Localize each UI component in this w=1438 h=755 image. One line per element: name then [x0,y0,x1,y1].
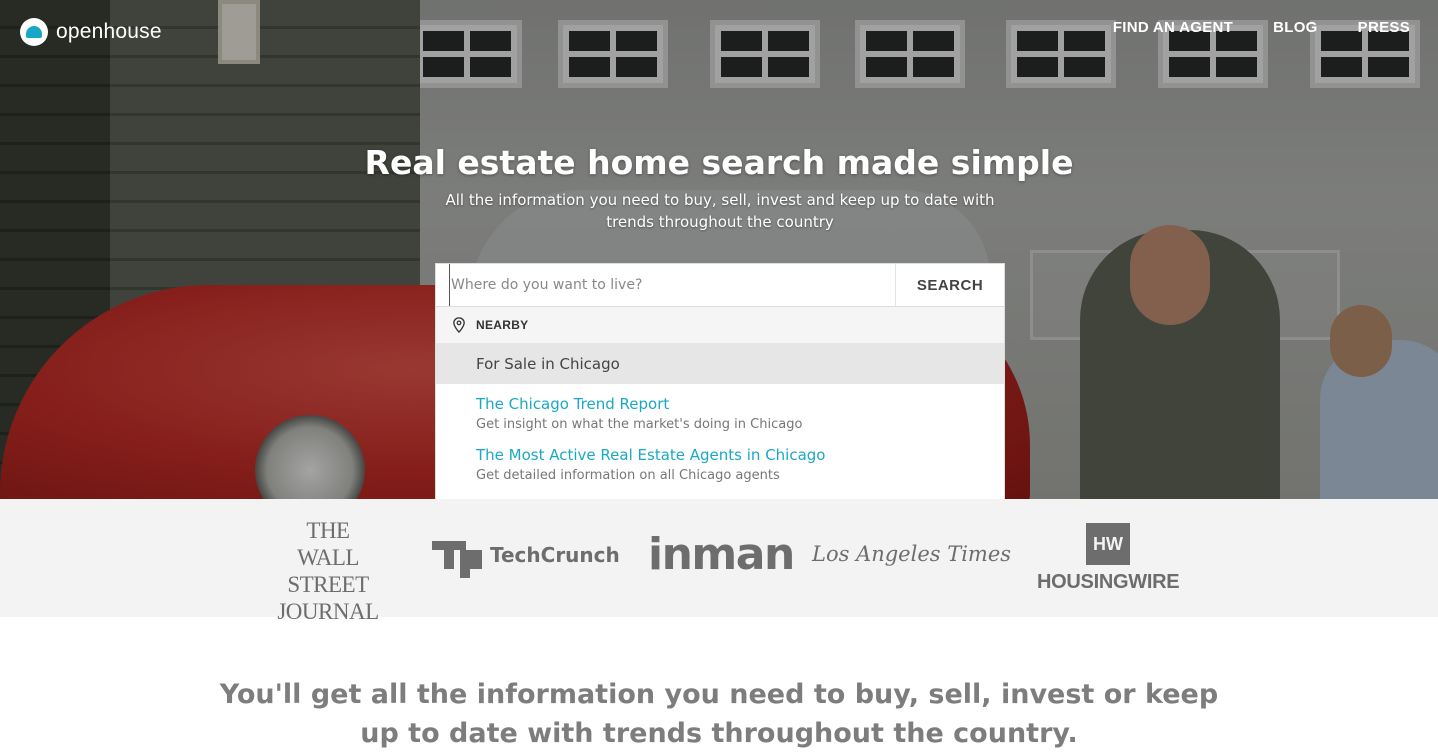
techcrunch-icon [432,541,482,569]
suggestion-description: Get detailed information on all Chicago … [476,468,780,483]
logo-link[interactable]: openhouse [20,18,162,46]
wsj-line: THE [306,518,350,543]
nearby-option[interactable]: NEARBY [436,307,1004,343]
nearby-label: NEARBY [476,318,529,332]
inman-logo: inman [648,529,795,580]
wall-street-journal-logo: THE WALL STREET JOURNAL [262,517,394,625]
los-angeles-times-logo: Los Angeles Times [812,542,1012,566]
techcrunch-wordmark: TechCrunch [490,543,620,567]
suggestion-trend-report[interactable]: The Chicago Trend Report Get insight on … [436,384,1004,445]
wsj-line: WALL STREET [287,545,369,597]
logo-text: openhouse [56,20,162,43]
search-bar: SEARCH [435,263,1005,307]
search-button[interactable]: SEARCH [895,264,1004,306]
suggestion-active-agents[interactable]: The Most Active Real Estate Agents in Ch… [436,445,1004,506]
for-sale-option[interactable]: For Sale in Chicago [436,343,1004,384]
wsj-line: JOURNAL [277,599,379,624]
top-nav: FIND AN AGENT BLOG PRESS [1113,19,1410,36]
nav-blog[interactable]: BLOG [1273,19,1318,36]
search-suggestions-dropdown: NEARBY For Sale in Chicago The Chicago T… [435,307,1005,508]
nav-press[interactable]: PRESS [1358,19,1410,36]
suggestion-description: Get insight on what the market's doing i… [476,417,803,432]
techcrunch-logo: TechCrunch [432,541,620,569]
housingwire-wordmark: HOUSINGWIRE [1037,571,1180,593]
housingwire-logo: HW HOUSINGWIRE [1037,523,1180,594]
location-pin-icon [453,317,465,333]
nav-find-an-agent[interactable]: FIND AN AGENT [1113,19,1233,36]
housingwire-icon: HW [1086,523,1130,565]
search-input[interactable] [449,264,895,306]
suggestion-title: The Most Active Real Estate Agents in Ch… [476,446,826,464]
hero-subtitle: All the information you need to buy, sel… [445,191,995,231]
suggestion-title: The Chicago Trend Report [476,395,670,413]
hero-title: Real estate home search made simple [364,143,1074,182]
press-logos-strip: THE WALL STREET JOURNAL TechCrunch inman… [0,499,1438,624]
openhouse-logo-icon [20,18,48,46]
section-tagline: You'll get all the information you need … [219,679,1219,749]
